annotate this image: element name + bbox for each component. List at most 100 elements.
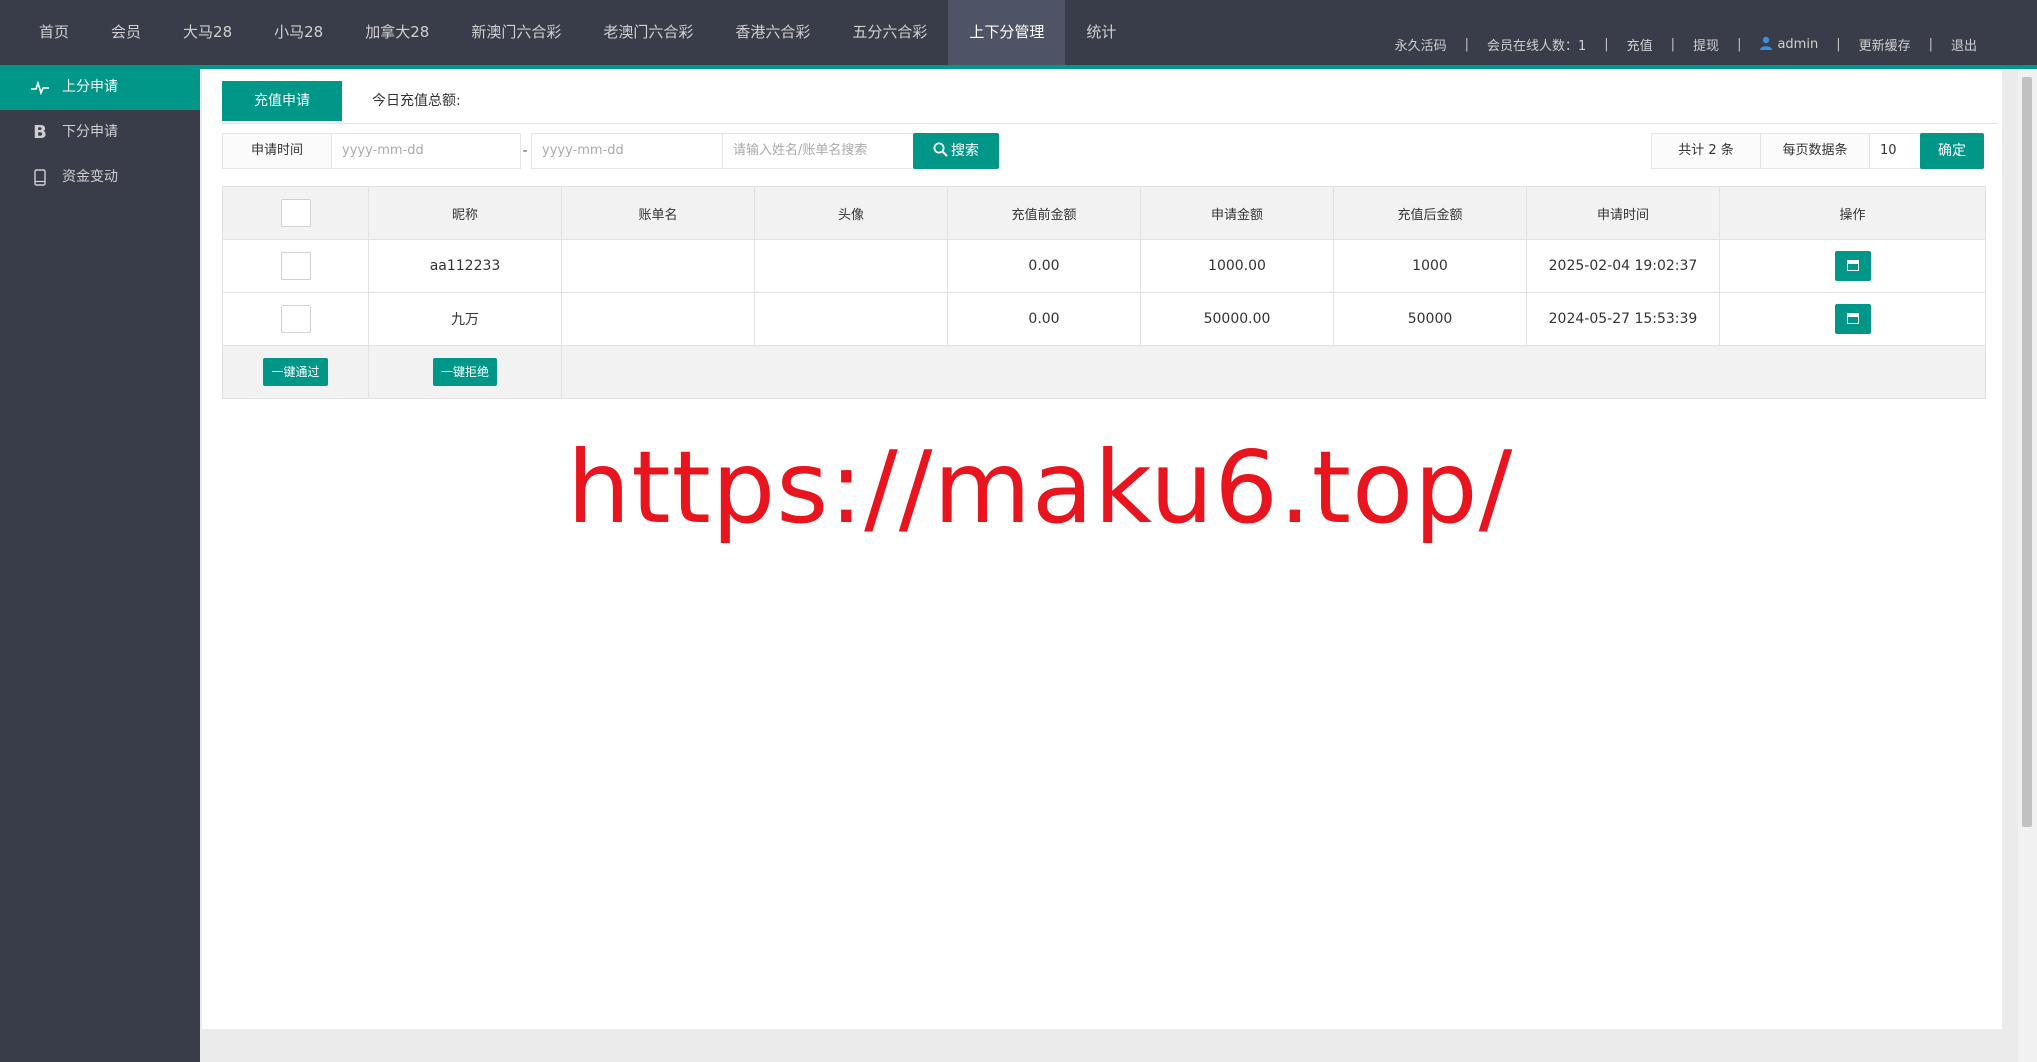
refresh-cache-link[interactable]: 更新缓存 (1859, 35, 1911, 54)
nav-hongkong-lottery[interactable]: 香港六合彩 (714, 0, 831, 65)
nav-new-macau-lottery[interactable]: 新澳门六合彩 (450, 0, 582, 65)
pulse-icon (30, 65, 50, 110)
table-header-row: 昵称 账单名 头像 充值前金额 申请金额 充值后金额 申请时间 操作 (222, 186, 1986, 240)
footer-empty-cell (561, 345, 1986, 399)
separator: | (1928, 36, 1933, 52)
column-header: 昵称 (368, 186, 562, 240)
user-menu[interactable]: admin (1759, 36, 1818, 52)
separator: | (1464, 36, 1469, 52)
separator: | (1737, 36, 1742, 52)
total-count: 共计 2 条 (1651, 133, 1761, 169)
balance-after-cell: 1000 (1333, 239, 1527, 293)
table-footer-row: 一键通过 一键拒绝 (222, 345, 1986, 399)
vertical-scrollbar[interactable] (2018, 69, 2037, 1062)
column-header: 头像 (754, 186, 948, 240)
request-amount-cell: 50000.00 (1140, 292, 1334, 346)
balance-after-cell: 50000 (1333, 292, 1527, 346)
top-navbar: 首页 会员 大马28 小马28 加拿大28 新澳门六合彩 老澳门六合彩 香港六合… (0, 0, 2037, 69)
column-header: 账单名 (561, 186, 755, 240)
footer-strip (202, 1029, 2002, 1062)
date-range-dash: - (522, 143, 528, 159)
balance-before-cell: 0.00 (947, 239, 1141, 293)
window-icon (1846, 260, 1859, 271)
reject-all-button[interactable]: 一键拒绝 (432, 358, 497, 386)
confirm-button[interactable]: 确定 (1920, 133, 1984, 169)
search-button-label: 搜索 (951, 143, 979, 159)
actions-cell (1719, 239, 1986, 293)
actions-cell (1719, 292, 1986, 346)
sidebar-item-label: 资金变动 (62, 169, 118, 185)
keyword-search-input[interactable]: 请输入姓名/账单名搜索 (722, 133, 914, 169)
approve-all-button[interactable]: 一键通过 (263, 358, 328, 386)
mobile-icon (30, 155, 50, 200)
activation-code-link[interactable]: 永久活码 (1395, 35, 1447, 54)
tab-bar: 充值申请 今日充值总额: (222, 81, 1997, 124)
separator: | (1604, 36, 1609, 52)
date-to-input[interactable]: yyyy-mm-dd (531, 133, 723, 169)
select-all-cell (222, 186, 369, 240)
username: admin (1777, 37, 1819, 52)
row-checkbox[interactable] (280, 252, 311, 280)
window-icon (1846, 313, 1859, 324)
column-header: 申请金额 (1140, 186, 1334, 240)
letter-b-icon: B (33, 122, 47, 143)
withdraw-link[interactable]: 提现 (1693, 35, 1719, 54)
sidebar: 上分申请 B 下分申请 资金变动 (0, 65, 200, 1062)
logout-link[interactable]: 退出 (1951, 35, 1977, 54)
table-row: aa112233 0.00 1000.00 1000 2025-02-04 19… (222, 239, 1986, 293)
recharge-requests-table: 昵称 账单名 头像 充值前金额 申请金额 充值后金额 申请时间 操作 aa112… (222, 186, 1986, 399)
row-select-cell (222, 292, 369, 346)
request-amount-cell: 1000.00 (1140, 239, 1334, 293)
avatar-cell (754, 239, 948, 293)
sidebar-item-fund-changes[interactable]: 资金变动 (0, 155, 200, 200)
view-detail-button[interactable] (1834, 304, 1871, 334)
main-content: 充值申请 今日充值总额: 申请时间 yyyy-mm-dd - yyyy-mm-d… (202, 69, 2002, 1029)
watermark-url: https://maku6.top/ (567, 429, 1514, 546)
column-header: 申请时间 (1526, 186, 1720, 240)
nav-home[interactable]: 首页 (18, 0, 90, 65)
tab-recharge-requests[interactable]: 充值申请 (222, 81, 342, 121)
row-checkbox[interactable] (280, 305, 311, 333)
sidebar-item-deposit-requests[interactable]: 上分申请 (0, 65, 200, 110)
nickname-cell: 九万 (368, 292, 562, 346)
online-members-count: 会员在线人数：1 (1486, 38, 1587, 54)
separator: | (1836, 36, 1841, 52)
main-nav: 首页 会员 大马28 小马28 加拿大28 新澳门六合彩 老澳门六合彩 香港六合… (18, 0, 1137, 65)
column-header: 充值前金额 (947, 186, 1141, 240)
page-size-label: 每页数据条 (1760, 133, 1870, 169)
date-filter-label: 申请时间 (222, 133, 332, 169)
nav-statistics[interactable]: 统计 (1065, 0, 1137, 65)
nav-members[interactable]: 会员 (90, 0, 162, 65)
recharge-link[interactable]: 充值 (1627, 35, 1653, 54)
sidebar-item-label: 下分申请 (62, 124, 118, 140)
user-toolbar: 永久活码 | 会员在线人数：1 | 充值 | 提现 | admin | 更新缓存… (1395, 32, 1977, 56)
nickname-cell: aa112233 (368, 239, 562, 293)
view-detail-button[interactable] (1834, 251, 1871, 281)
row-select-cell (222, 239, 369, 293)
user-icon (1760, 36, 1773, 50)
bill-name-cell (561, 292, 755, 346)
page-size-input[interactable]: 10 (1869, 133, 1921, 169)
bill-name-cell (561, 239, 755, 293)
search-icon (933, 142, 948, 157)
request-time-cell: 2024-05-27 15:53:39 (1526, 292, 1720, 346)
sidebar-item-withdraw-requests[interactable]: B 下分申请 (0, 110, 200, 155)
scrollbar-thumb[interactable] (2022, 77, 2032, 827)
approve-all-cell: 一键通过 (222, 345, 369, 399)
avatar-cell (754, 292, 948, 346)
balance-before-cell: 0.00 (947, 292, 1141, 346)
select-all-checkbox[interactable] (280, 199, 311, 227)
search-button[interactable]: 搜索 (913, 133, 999, 169)
sidebar-item-label: 上分申请 (62, 79, 118, 95)
nav-canada28[interactable]: 加拿大28 (344, 0, 450, 65)
nav-points-management[interactable]: 上下分管理 (948, 0, 1066, 65)
request-time-cell: 2025-02-04 19:02:37 (1526, 239, 1720, 293)
nav-old-macau-lottery[interactable]: 老澳门六合彩 (582, 0, 714, 65)
column-header: 充值后金额 (1333, 186, 1527, 240)
nav-xiaoma28[interactable]: 小马28 (253, 0, 344, 65)
date-from-input[interactable]: yyyy-mm-dd (331, 133, 521, 169)
nav-five-minute-lottery[interactable]: 五分六合彩 (831, 0, 948, 65)
nav-dama28[interactable]: 大马28 (162, 0, 253, 65)
table-row: 九万 0.00 50000.00 50000 2024-05-27 15:53:… (222, 292, 1986, 346)
separator: | (1670, 36, 1676, 52)
